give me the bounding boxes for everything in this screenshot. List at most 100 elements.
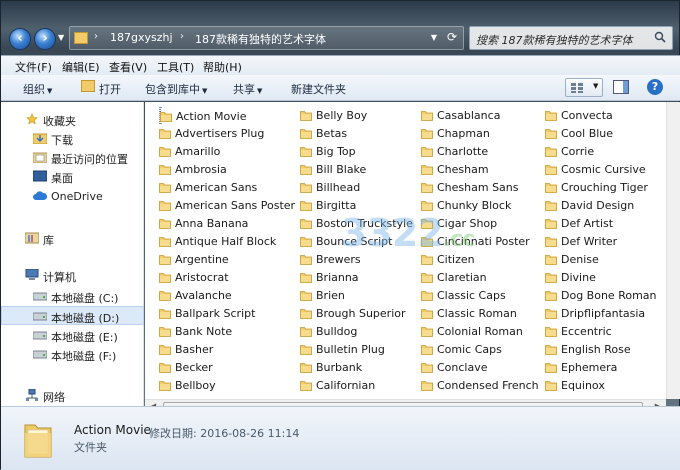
folder-icon <box>545 345 557 355</box>
menu-edit[interactable]: 编辑(E) <box>62 59 100 75</box>
folder-icon <box>545 201 557 211</box>
menu-help[interactable]: 帮助(H) <box>203 59 242 75</box>
nav-libraries[interactable]: 库 <box>1 229 144 248</box>
breadcrumb-separator[interactable]: › <box>180 31 184 42</box>
share-button[interactable]: 共享 ▼ <box>233 81 262 97</box>
folder-icon <box>300 363 312 373</box>
folder-icon <box>545 219 557 229</box>
folder-icon <box>421 309 433 319</box>
file-name: Divine <box>561 271 596 284</box>
address-dropdown-icon[interactable]: ▼ <box>431 33 437 42</box>
folder-icon <box>545 381 557 391</box>
organize-button[interactable]: 组织 ▼ <box>23 81 52 97</box>
folder-icon <box>159 201 171 211</box>
folder-icon <box>159 363 171 373</box>
folder-icon <box>300 129 312 139</box>
folder-icon <box>421 165 433 175</box>
new-folder-button[interactable]: 新建文件夹 <box>291 81 346 97</box>
breadcrumb-separator[interactable]: › <box>94 31 98 42</box>
file-name: English Rose <box>561 343 631 356</box>
folder-icon <box>421 111 433 121</box>
nav-recent-places[interactable]: 最近访问的位置 <box>1 148 144 167</box>
folder-icon <box>300 201 312 211</box>
menu-view[interactable]: 查看(V) <box>109 59 147 75</box>
file-name: Big Top <box>316 145 356 158</box>
include-in-library-button[interactable]: 包含到库中 ▼ <box>145 81 207 97</box>
nav-downloads[interactable]: 下载 <box>1 129 144 148</box>
file-name: Equinox <box>561 379 605 392</box>
file-name: Burbank <box>316 361 363 374</box>
change-view-button[interactable]: ▼ <box>565 78 603 97</box>
drive-icon <box>33 312 47 321</box>
folder-icon <box>159 309 171 319</box>
folder-icon <box>545 255 557 265</box>
folder-icon <box>159 255 171 265</box>
file-name: Casablanca <box>437 109 501 122</box>
menu-bar: 文件(F) 编辑(E) 查看(V) 工具(T) 帮助(H) <box>1 55 680 75</box>
folder-icon <box>159 345 171 355</box>
nav-drive-e[interactable]: 本地磁盘 (E:) <box>1 326 144 345</box>
network-icon <box>26 389 38 401</box>
folder-icon <box>421 345 433 355</box>
file-name: Argentine <box>175 253 229 266</box>
nav-drive-d[interactable]: 本地磁盘 (D:) <box>1 306 144 325</box>
folder-icon <box>545 183 557 193</box>
file-name: Corrie <box>561 145 595 158</box>
menu-tools[interactable]: 工具(T) <box>157 59 194 75</box>
back-button[interactable]: ‹ <box>9 28 31 50</box>
recent-pages-dropdown[interactable]: ▼ <box>58 33 64 42</box>
folder-icon <box>421 381 433 391</box>
nav-network[interactable]: 网络 <box>1 386 144 405</box>
search-icon[interactable] <box>654 31 666 43</box>
file-name: Aristocrat <box>175 271 229 284</box>
nav-onedrive[interactable]: OneDrive <box>1 187 144 206</box>
file-name: American Sans Poster <box>175 199 296 212</box>
file-name: Comic Caps <box>437 343 502 356</box>
file-name: Dog Bone Roman <box>561 289 657 302</box>
nav-computer[interactable]: 计算机 <box>1 266 144 285</box>
address-bar[interactable]: › 187gxyszhj › 187款稀有独特的艺术字体 ▼ ⟳ <box>69 26 464 50</box>
recent-places-icon <box>33 152 47 163</box>
file-name: Cosmic Cursive <box>561 163 646 176</box>
folder-icon <box>300 309 312 319</box>
file-name: Antique Half Block <box>175 235 277 248</box>
file-name: Action Movie <box>176 110 247 123</box>
breadcrumb-item[interactable]: 187款稀有独特的艺术字体 <box>195 31 326 47</box>
vertical-scrollbar[interactable] <box>666 102 680 399</box>
folder-icon <box>74 32 88 44</box>
open-button[interactable]: 打开 <box>99 81 121 97</box>
folder-icon <box>300 219 312 229</box>
nav-desktop[interactable]: 桌面 <box>1 167 144 186</box>
file-name: Bulldog <box>316 325 358 338</box>
forward-button[interactable]: › <box>34 28 56 50</box>
file-name: Classic Caps <box>437 289 506 302</box>
file-name: Billhead <box>316 181 361 194</box>
file-name: Amarillo <box>175 145 221 158</box>
file-name: Bill Blake <box>316 163 367 176</box>
folder-icon <box>159 165 171 175</box>
file-name: Brough Superior <box>316 307 406 320</box>
nav-drive-c[interactable]: 本地磁盘 (C:) <box>1 287 144 306</box>
search-box[interactable]: 搜索 187款稀有独特的艺术字体 <box>469 26 673 50</box>
folder-icon <box>300 147 312 157</box>
chevron-down-icon[interactable]: ▼ <box>593 82 598 90</box>
file-name: Anna Banana <box>175 217 249 230</box>
help-icon[interactable]: ? <box>647 79 663 95</box>
folder-icon <box>159 237 171 247</box>
preview-pane-icon[interactable] <box>613 80 629 94</box>
address-row: ‹ › ▼ › 187gxyszhj › 187款稀有独特的艺术字体 ▼ ⟳ 搜… <box>1 19 680 59</box>
file-item[interactable]: Action Movie <box>159 107 247 124</box>
folder-icon <box>300 165 312 175</box>
drive-icon <box>33 350 47 359</box>
breadcrumb-item[interactable]: 187gxyszhj <box>110 31 173 44</box>
file-name: Ballpark Script <box>175 307 256 320</box>
search-input[interactable]: 搜索 187款稀有独特的艺术字体 <box>476 32 633 48</box>
command-bar: 组织 ▼ 打开 包含到库中 ▼ 共享 ▼ 新建文件夹 ▼ ? <box>1 75 680 101</box>
nav-favorites[interactable]: 收藏夹 <box>1 110 144 129</box>
refresh-icon[interactable]: ⟳ <box>447 30 457 44</box>
folder-icon <box>545 363 557 373</box>
folder-icon <box>545 309 557 319</box>
folder-icon <box>545 291 557 301</box>
nav-drive-f[interactable]: 本地磁盘 (F:) <box>1 345 144 364</box>
menu-file[interactable]: 文件(F) <box>15 59 52 75</box>
